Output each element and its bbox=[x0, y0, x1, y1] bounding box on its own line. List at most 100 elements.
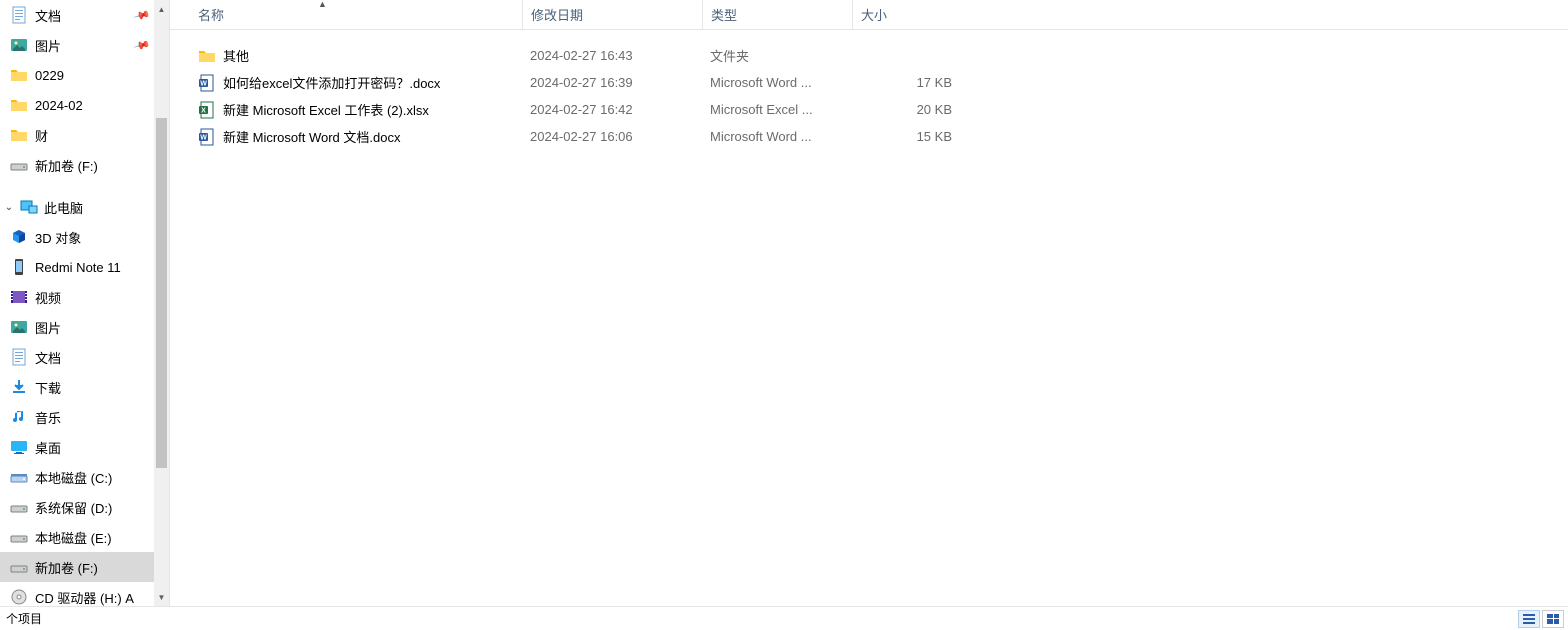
collapse-icon: ⌄ bbox=[4, 202, 14, 213]
pc-item[interactable]: 桌面 bbox=[0, 432, 155, 462]
file-size: 17 KB bbox=[852, 75, 952, 90]
svg-text:X: X bbox=[201, 107, 206, 114]
scroll-down-button[interactable]: ▼ bbox=[154, 588, 169, 606]
quick-access-item[interactable]: 文档 📌 bbox=[0, 0, 155, 30]
file-date: 2024-02-27 16:06 bbox=[522, 129, 702, 144]
file-row[interactable]: W 新建 Microsoft Word 文档.docx 2024-02-27 16:… bbox=[198, 123, 1568, 150]
word-icon: W bbox=[198, 128, 216, 146]
icons-view-button[interactable] bbox=[1542, 610, 1564, 628]
nav-label: 财 bbox=[35, 126, 48, 145]
pc-item[interactable]: 本地磁盘 (E:) bbox=[0, 522, 155, 552]
status-bar: 个项目 bbox=[0, 606, 1568, 630]
column-header-type[interactable]: 类型 bbox=[702, 0, 852, 30]
cube-icon bbox=[10, 228, 28, 246]
pc-item[interactable]: 3D 对象 bbox=[0, 222, 155, 252]
pc-item[interactable]: 系统保留 (D:) bbox=[0, 492, 155, 522]
nav-label: 文档 bbox=[35, 348, 61, 367]
pin-icon: 📌 bbox=[133, 36, 151, 54]
pc-item[interactable]: 本地磁盘 (C:) bbox=[0, 462, 155, 492]
pin-icon: 📌 bbox=[133, 6, 151, 24]
nav-label: CD 驱动器 (H:) A bbox=[35, 588, 134, 607]
pc-item[interactable]: 下载 bbox=[0, 372, 155, 402]
file-name: 其他 bbox=[223, 46, 249, 65]
music-icon bbox=[10, 408, 28, 426]
this-pc-group[interactable]: ⌄ 此电脑 bbox=[0, 192, 155, 222]
video-icon bbox=[10, 288, 28, 306]
column-headers: 名称 ▲ 修改日期 类型 大小 bbox=[170, 0, 1568, 30]
nav-label: 此电脑 bbox=[44, 198, 83, 217]
scroll-up-button[interactable]: ▲ bbox=[154, 0, 169, 18]
drive-icon bbox=[10, 498, 28, 516]
word-icon: W bbox=[198, 74, 216, 92]
pc-item[interactable]: CD 驱动器 (H:) A bbox=[0, 582, 155, 606]
file-name: 如何给excel文件添加打开密码？.docx bbox=[223, 73, 440, 92]
quick-access-item[interactable]: 财 bbox=[0, 120, 155, 150]
doc-icon bbox=[10, 6, 28, 24]
sidebar-scrollbar[interactable]: ▲ ▼ bbox=[154, 0, 169, 606]
svg-text:W: W bbox=[200, 134, 207, 141]
scroll-thumb[interactable] bbox=[156, 118, 167, 468]
pc-item[interactable]: 视频 bbox=[0, 282, 155, 312]
nav-label: 本地磁盘 (E:) bbox=[35, 528, 112, 547]
cd-icon bbox=[10, 588, 28, 606]
file-type: Microsoft Word ... bbox=[702, 129, 852, 144]
status-text: 个项目 bbox=[4, 610, 1518, 627]
drive-icon bbox=[10, 156, 28, 174]
nav-label: 图片 bbox=[35, 36, 61, 55]
file-name: 新建 Microsoft Word 文档.docx bbox=[223, 127, 400, 146]
hdd-icon bbox=[10, 468, 28, 486]
details-view-button[interactable] bbox=[1518, 610, 1540, 628]
pc-icon bbox=[20, 198, 38, 216]
file-row[interactable]: X新建 Microsoft Excel 工作表 (2).xlsx2024-02-… bbox=[198, 96, 1568, 123]
column-name-label: 名称 bbox=[198, 5, 224, 24]
file-type: Microsoft Word ... bbox=[702, 75, 852, 90]
file-row[interactable]: W如何给excel文件添加打开密码？.docx2024-02-27 16:39M… bbox=[198, 69, 1568, 96]
nav-label: 桌面 bbox=[35, 438, 61, 457]
nav-label: 新加卷 (F:) bbox=[35, 558, 98, 577]
svg-text:W: W bbox=[200, 80, 207, 87]
nav-label: Redmi Note 11 bbox=[35, 260, 121, 275]
drive-icon bbox=[10, 528, 28, 546]
file-list: 其他 2024-02-27 16:43文件夹 W 如何给excel文件添加打开密码？.… bbox=[170, 30, 1568, 150]
pc-item[interactable]: 图片 bbox=[0, 312, 155, 342]
file-name: 新建 Microsoft Excel 工作表 (2).xlsx bbox=[223, 100, 429, 119]
quick-access-item[interactable]: 2024-02 bbox=[0, 90, 155, 120]
file-type: Microsoft Excel ... bbox=[702, 102, 852, 117]
column-type-label: 类型 bbox=[711, 5, 737, 24]
drive-icon bbox=[10, 558, 28, 576]
pc-item[interactable]: Redmi Note 11 bbox=[0, 252, 155, 282]
column-date-label: 修改日期 bbox=[531, 5, 583, 24]
download-icon bbox=[10, 378, 28, 396]
navigation-pane: 文档 📌 图片 📌 0229 2024-02 财新加卷 (F:) ⌄ 此电脑 3D 对象 Redmi… bbox=[0, 0, 170, 606]
file-row[interactable]: 其他 2024-02-27 16:43文件夹 bbox=[198, 42, 1568, 69]
pc-item[interactable]: 新加卷 (F:) bbox=[0, 552, 155, 582]
sort-ascending-icon: ▲ bbox=[318, 0, 327, 9]
quick-access-item[interactable]: 新加卷 (F:) bbox=[0, 150, 155, 180]
column-size-label: 大小 bbox=[861, 5, 887, 24]
folder-icon bbox=[10, 126, 28, 144]
pc-item[interactable]: 文档 bbox=[0, 342, 155, 372]
doc-icon bbox=[10, 348, 28, 366]
nav-label: 图片 bbox=[35, 318, 61, 337]
file-size: 20 KB bbox=[852, 102, 952, 117]
quick-access-item[interactable]: 图片 📌 bbox=[0, 30, 155, 60]
desktop-icon bbox=[10, 438, 28, 456]
nav-label: 2024-02 bbox=[35, 98, 83, 113]
column-header-date[interactable]: 修改日期 bbox=[522, 0, 702, 30]
excel-icon: X bbox=[198, 101, 216, 119]
nav-label: 音乐 bbox=[35, 408, 61, 427]
column-header-size[interactable]: 大小 bbox=[852, 0, 972, 30]
pic-icon bbox=[10, 36, 28, 54]
file-view: 名称 ▲ 修改日期 类型 大小 其他 2024-02-27 16:43文件夹 W 如何… bbox=[170, 0, 1568, 606]
nav-label: 视频 bbox=[35, 288, 61, 307]
nav-label: 3D 对象 bbox=[35, 228, 81, 247]
pc-item[interactable]: 音乐 bbox=[0, 402, 155, 432]
file-date: 2024-02-27 16:43 bbox=[522, 48, 702, 63]
file-type: 文件夹 bbox=[702, 46, 852, 65]
nav-label: 文档 bbox=[35, 6, 61, 25]
nav-label: 系统保留 (D:) bbox=[35, 498, 112, 517]
quick-access-item[interactable]: 0229 bbox=[0, 60, 155, 90]
nav-label: 下载 bbox=[35, 378, 61, 397]
column-header-name[interactable]: 名称 ▲ bbox=[198, 0, 522, 30]
folder-icon bbox=[10, 96, 28, 114]
